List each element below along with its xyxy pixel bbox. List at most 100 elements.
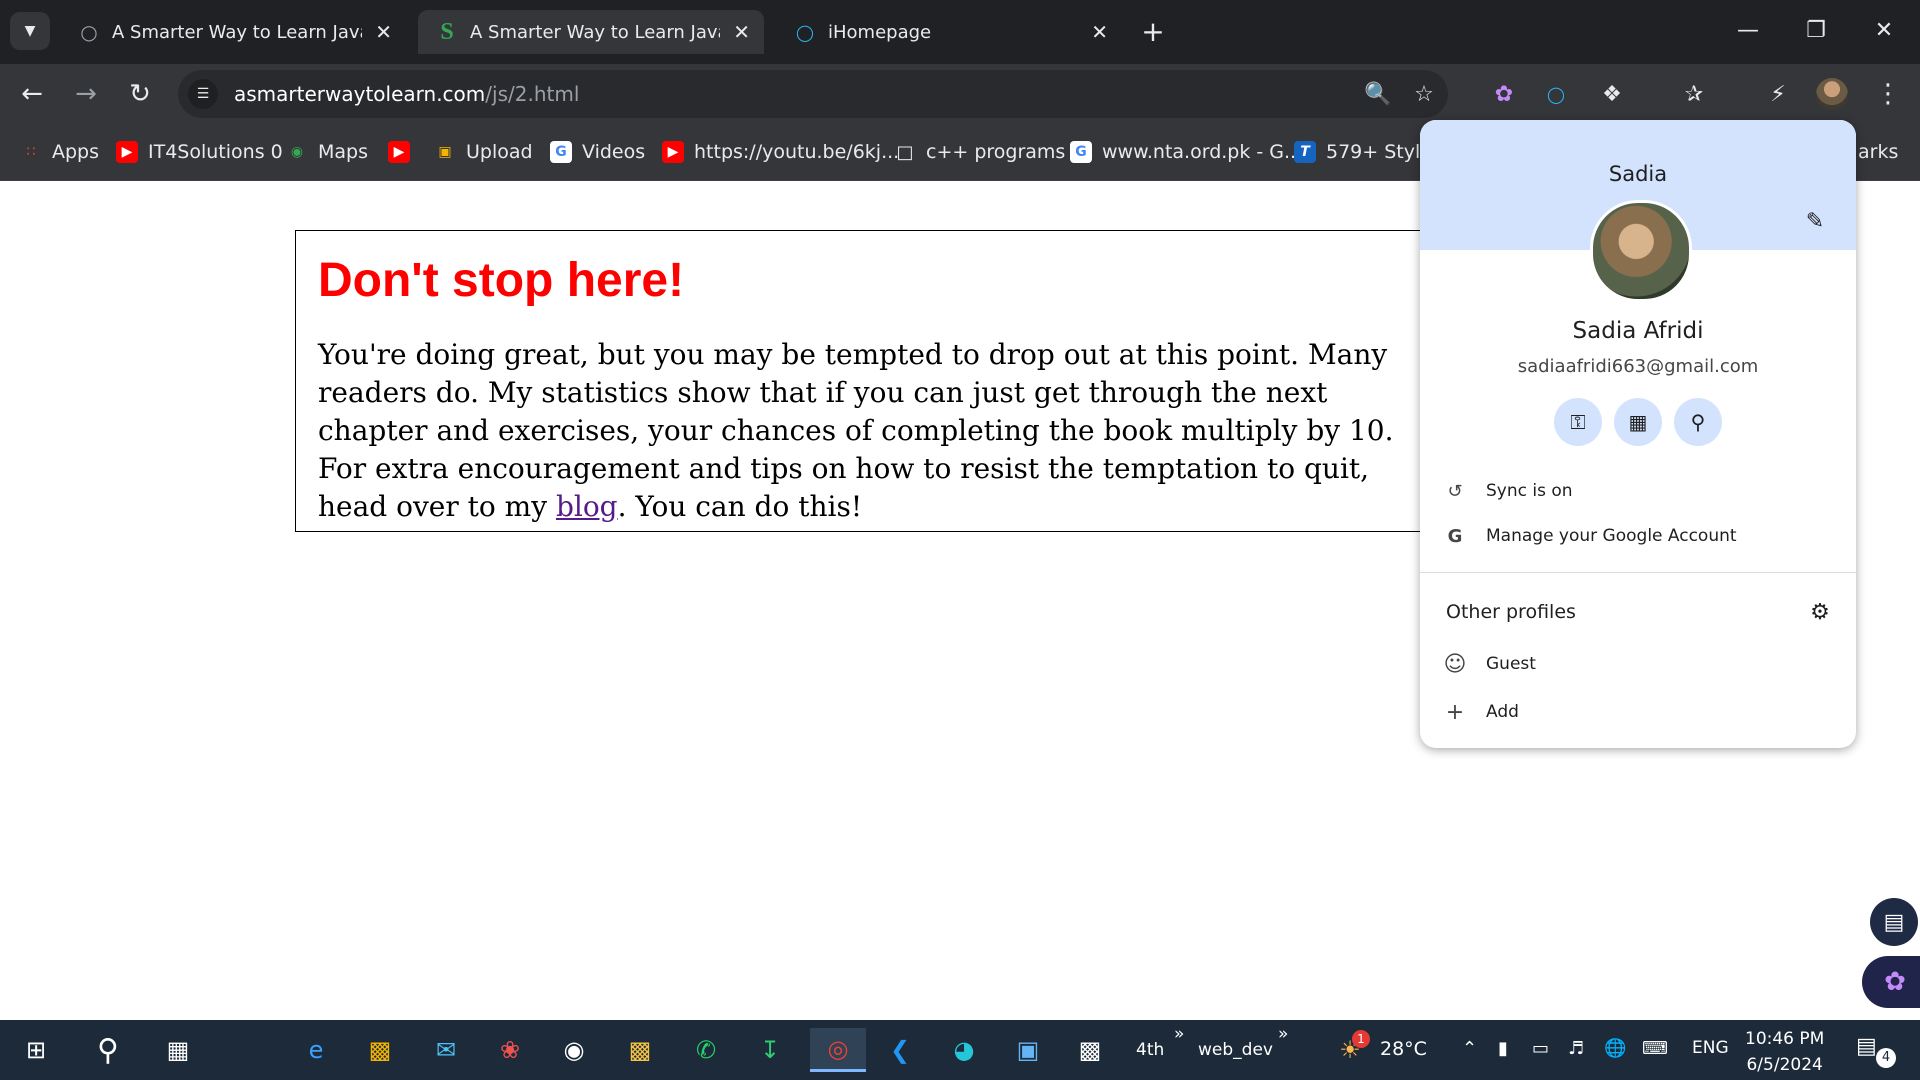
language-indicator[interactable]: ENG [1692, 1038, 1729, 1058]
plus-icon: + [1445, 699, 1465, 725]
bookmark-nta[interactable]: Gwww.nta.ord.pk - G... [1070, 138, 1302, 166]
clock-time: 10:46 PM [1745, 1029, 1825, 1049]
guest-person-icon: ☺ [1443, 651, 1467, 677]
temperature[interactable]: 28°C [1380, 1038, 1427, 1060]
tab-search-button[interactable]: ▼ [10, 12, 50, 50]
passwords-key-icon[interactable]: ⚿ [1554, 398, 1602, 446]
address-bar[interactable]: ☰ asmarterwaytolearn.com/js/2.html 🔍 ☆ [178, 70, 1448, 118]
cube-icon: ▣ [438, 144, 452, 160]
reload-icon: ↻ [129, 79, 151, 109]
bookmark-label: IT4Solutions 0 [148, 141, 283, 163]
bookmark-cpp-programs[interactable]: □ c++ programs [894, 138, 1065, 166]
system-clock[interactable]: 10:46 PM 6/5/2024 [1745, 1026, 1824, 1078]
tab-1[interactable]: ○ A Smarter Way to Learn JavaScr ✕ [60, 10, 406, 54]
notifications-icon[interactable]: ▤ 4 [1856, 1034, 1896, 1068]
bookmark-youtube[interactable]: ▶ [388, 138, 420, 166]
chevron-down-icon: ▼ [24, 23, 36, 39]
manage-account-row[interactable]: G Manage your Google Account [1420, 516, 1856, 556]
gear-icon[interactable]: ⚙ [1806, 598, 1834, 626]
payment-card-icon[interactable]: ▦ [1614, 398, 1662, 446]
add-label: Add [1486, 702, 1519, 722]
youtube-icon: ▶ [662, 141, 684, 163]
chrome-icon[interactable]: ◎ [810, 1028, 866, 1072]
bookmark-all-bookmarks[interactable]: arks [1858, 138, 1898, 166]
app-download-icon[interactable]: ↧ [746, 1028, 794, 1072]
mail-icon[interactable]: ✉ [422, 1028, 470, 1072]
edit-profile-pencil-icon[interactable]: ✎ [1800, 206, 1830, 236]
close-window-button[interactable]: ✕ [1854, 10, 1914, 50]
blog-link[interactable]: blog [556, 490, 618, 523]
taskbar-folder-4th[interactable]: 4th [1136, 1040, 1164, 1060]
bookmark-upload[interactable]: ▣ Upload [434, 138, 533, 166]
bookmark-maps[interactable]: ◉ Maps [286, 138, 368, 166]
restore-button[interactable]: ❐ [1786, 10, 1846, 50]
arrow-right-icon: → [75, 79, 97, 109]
bookmark-label: arks [1858, 141, 1899, 163]
close-tab-icon[interactable]: ✕ [375, 20, 392, 44]
reload-button[interactable]: ↻ [120, 74, 160, 114]
search-icon[interactable]: ⚲ [84, 1028, 132, 1072]
chevron-right-icon: » [1278, 1024, 1289, 1044]
volume-icon[interactable]: ♬ [1568, 1038, 1584, 1059]
windows-start-icon[interactable]: ⊞ [12, 1028, 60, 1072]
url-text[interactable]: asmarterwaytolearn.com/js/2.html [234, 82, 579, 106]
bookmark-it4solutions[interactable]: ▶ IT4Solutions 0 [116, 138, 283, 166]
whatsapp-icon[interactable]: ✆ [682, 1028, 730, 1072]
chevron-right-icon: » [1174, 1024, 1185, 1044]
close-tab-icon[interactable]: ✕ [733, 20, 750, 44]
profile-avatar-button[interactable] [1816, 78, 1848, 110]
forward-button[interactable]: → [66, 74, 106, 114]
obs-studio-icon[interactable]: ◉ [550, 1028, 598, 1072]
bookmark-label: Upload [466, 141, 533, 163]
close-tab-icon[interactable]: ✕ [1091, 20, 1108, 44]
control-panel-icon[interactable]: ▣ [1004, 1028, 1052, 1072]
internet-explorer-icon[interactable]: e [292, 1028, 340, 1072]
network-globe-icon[interactable]: 🌐 [1604, 1038, 1626, 1059]
new-tab-button[interactable]: + [1136, 14, 1170, 48]
task-view-icon[interactable]: ▦ [154, 1028, 202, 1072]
encouragement-box: Don't stop here! You're doing great, but… [295, 230, 1435, 532]
guest-profile-row[interactable]: ☺ Guest [1420, 644, 1856, 684]
tab-2-active[interactable]: S A Smarter Way to Learn JavaScr ✕ [418, 10, 764, 54]
ihomepage-icon: ◯ [796, 22, 814, 42]
bookmark-star-icon[interactable]: ☆ [1410, 80, 1438, 108]
tab-3[interactable]: ◯ iHomepage ✕ [776, 10, 1122, 54]
vscode-icon[interactable]: ❮ [876, 1028, 924, 1072]
site-info-icon[interactable]: ☰ [188, 79, 218, 109]
page-heading: Don't stop here! [318, 254, 685, 307]
device-icon[interactable]: ▮ [1498, 1038, 1508, 1059]
ihomepage-extension-icon[interactable]: ◯ [1538, 76, 1574, 112]
sync-status-row[interactable]: ↺ Sync is on [1420, 471, 1856, 511]
manage-account-label: Manage your Google Account [1486, 526, 1737, 546]
taskbar-folder-web-dev[interactable]: web_dev [1198, 1040, 1273, 1060]
bookmarks-star-list-icon[interactable]: ✰ [1676, 76, 1712, 112]
youtube-icon: ▶ [116, 141, 138, 163]
keyboard-icon[interactable]: ⌨ [1642, 1038, 1668, 1059]
url-host: asmarterwaytolearn.com [234, 82, 486, 106]
more-menu-icon[interactable]: ⋮ [1870, 76, 1906, 112]
reading-mode-icon[interactable]: ▤ [1870, 898, 1918, 946]
performance-icon[interactable]: ⚡ [1760, 76, 1796, 112]
brain-extension-icon[interactable]: ✿ [1486, 76, 1522, 112]
minimize-button[interactable]: — [1718, 10, 1778, 50]
microsoft-store-icon[interactable]: ▩ [356, 1028, 404, 1072]
chevron-up-icon[interactable]: ⌃ [1462, 1038, 1477, 1059]
battery-icon[interactable]: ▭ [1532, 1038, 1549, 1059]
extensions-puzzle-icon[interactable]: ❖ [1594, 76, 1630, 112]
zoom-icon[interactable]: 🔍 [1364, 80, 1392, 108]
url-path: /js/2.html [485, 82, 580, 106]
paint-icon[interactable]: ❀ [486, 1028, 534, 1072]
bookmark-videos[interactable]: G Videos [550, 138, 645, 166]
brain-assistant-icon[interactable]: ✿ [1862, 956, 1920, 1008]
addresses-pin-icon[interactable]: ⚲ [1674, 398, 1722, 446]
sync-label: Sync is on [1486, 481, 1573, 501]
back-button[interactable]: ← [12, 74, 52, 114]
edge-icon[interactable]: ◕ [940, 1028, 988, 1072]
terminal-icon[interactable]: ▩ [1066, 1028, 1114, 1072]
file-explorer-icon[interactable]: ▩ [616, 1028, 664, 1072]
add-profile-row[interactable]: + Add [1420, 692, 1856, 732]
avatar [1590, 200, 1692, 302]
browser-toolbar: ← → ↻ ☰ asmarterwaytolearn.com/js/2.html… [0, 64, 1920, 124]
bookmark-apps[interactable]: ∷ Apps [20, 138, 100, 166]
bookmark-youtu-be[interactable]: ▶ https://youtu.be/6kj... [662, 138, 899, 166]
